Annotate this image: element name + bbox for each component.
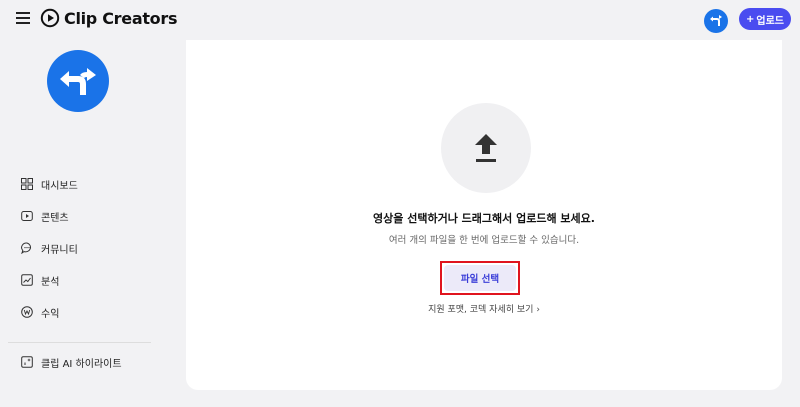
menu-icon[interactable] [16,12,30,24]
upload-arrow-icon [475,134,497,162]
highlight-row[interactable]: 클립 AI 하이라이트 [0,346,170,378]
top-header: Clip Creators + 업로드 [0,0,800,40]
profile-arrows-icon [710,15,722,26]
sidebar-item-dashboard[interactable]: 대시보드 [0,168,170,200]
sidebar-item-community[interactable]: 커뮤니티 [0,232,170,264]
analytics-icon [21,274,33,286]
sidebar-nav: 대시보드 콘텐츠 커뮤니티 분석 수익 [0,168,170,328]
user-avatar[interactable] [704,9,728,33]
sidebar-item-clip-ai-highlight[interactable]: 클립 AI 하이라이트 [0,346,170,378]
dashboard-icon [21,178,33,190]
sidebar-divider [8,342,151,343]
upload-subtitle: 여러 개의 파일을 한 번에 업로드할 수 있습니다. [388,235,580,246]
upload-button-label: 업로드 [756,15,784,27]
sidebar-item-label: 커뮤니티 [41,244,78,256]
sidebar-item-label: 클립 AI 하이라이트 [41,358,122,370]
sidebar-item-analytics[interactable]: 분석 [0,264,170,296]
sidebar-item-label: 콘텐츠 [41,212,69,224]
plus-icon: + [746,13,755,25]
sidebar: 대시보드 콘텐츠 커뮤니티 분석 수익 클립 AI 하이라이트 [0,40,170,407]
brand-logo[interactable]: Clip Creators [40,8,177,28]
upload-title: 영상을 선택하거나 드래그해서 업로드해 보세요. [373,212,595,225]
highlight-icon [21,356,33,368]
upload-button[interactable]: + 업로드 [739,8,791,30]
upload-drop-zone[interactable] [441,103,531,193]
upload-card: 영상을 선택하거나 드래그해서 업로드해 보세요. 여러 개의 파일을 한 번에… [186,40,782,390]
sidebar-item-label: 수익 [41,308,60,320]
codec-info-link[interactable]: 지원 포맷, 코덱 자세히 보기 › [186,302,782,315]
sidebar-item-label: 분석 [41,276,60,288]
channel-avatar[interactable] [47,50,109,112]
sidebar-item-revenue[interactable]: 수익 [0,296,170,328]
community-icon [21,242,33,254]
sidebar-item-label: 대시보드 [41,180,78,192]
select-file-button[interactable]: 파일 선택 [444,265,516,291]
content-icon [21,210,33,222]
codec-info-label: 지원 포맷, 코덱 자세히 보기 [428,305,534,315]
play-logo-icon [40,8,60,28]
sidebar-item-content[interactable]: 콘텐츠 [0,200,170,232]
chevron-right-icon: › [536,305,540,315]
revenue-icon [21,306,33,318]
brand-name: Clip Creators [64,8,178,28]
channel-arrows-icon [60,68,96,95]
